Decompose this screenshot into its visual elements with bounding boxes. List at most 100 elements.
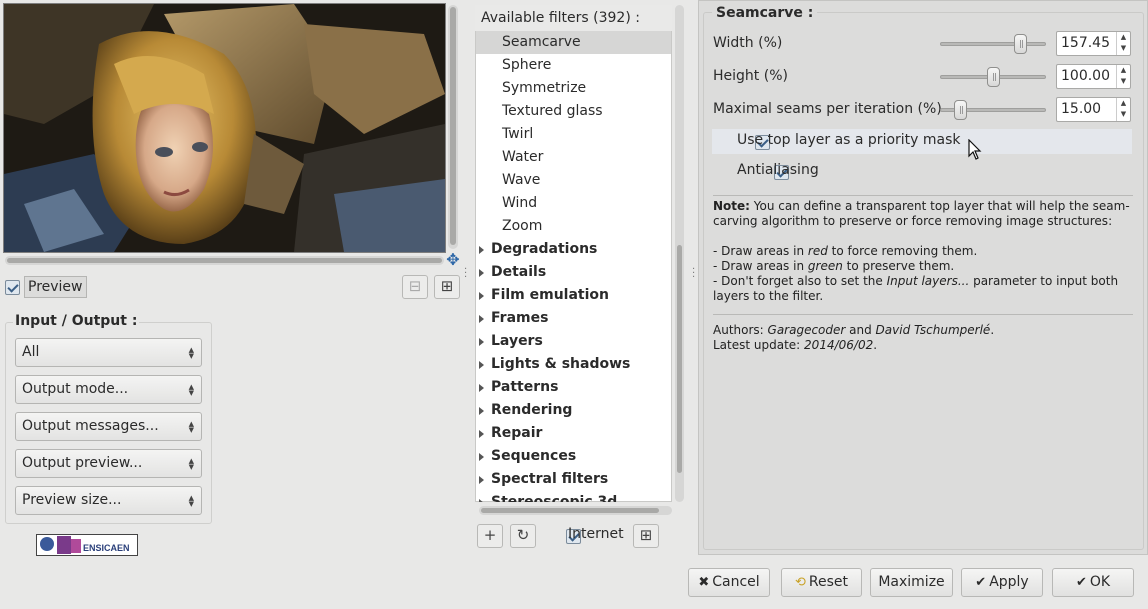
category-label: Patterns (491, 379, 559, 395)
cancel-icon: ✖ (698, 575, 710, 590)
splitter-handle-icon[interactable]: · · · (692, 265, 695, 283)
seams-spinbox[interactable]: 15.00 ▲ ▼ (1056, 97, 1131, 122)
preview-size-combo[interactable]: Preview size... ▲ ▼ (15, 486, 202, 515)
combo-arrows-icon: ▲ ▼ (188, 494, 194, 508)
category-sequences[interactable]: Sequences (476, 445, 671, 468)
preview-vertical-scrollbar[interactable] (448, 5, 458, 249)
filter-item-wave[interactable]: Wave (476, 169, 671, 192)
ensicaen-logo[interactable]: ENSICAEN (36, 534, 138, 556)
zoom-out-button[interactable]: ⊟ (402, 275, 428, 299)
combo-arrows-icon: ▲ ▼ (188, 383, 194, 397)
preview-label[interactable]: Preview (24, 276, 87, 298)
seams-slider-thumb[interactable] (953, 100, 967, 120)
preview-checkbox[interactable] (5, 279, 20, 295)
expand-arrow-icon[interactable] (479, 430, 484, 438)
height-label: Height (%) (713, 68, 788, 84)
filter-tree-horizontal-scrollbar[interactable] (479, 506, 672, 515)
apply-label: Apply (989, 574, 1029, 590)
expand-arrow-icon[interactable] (479, 407, 484, 415)
category-layers[interactable]: Layers (476, 330, 671, 353)
filter-item-sphere[interactable]: Sphere (476, 54, 671, 77)
expand-arrow-icon[interactable] (479, 476, 484, 484)
expand-arrow-icon[interactable] (479, 338, 484, 346)
output-preview-value: Output preview... (22, 455, 143, 471)
spin-arrows-icon[interactable]: ▲ ▼ (1116, 65, 1130, 88)
expand-arrow-icon[interactable] (479, 384, 484, 392)
filter-item-wind[interactable]: Wind (476, 192, 671, 215)
category-rendering[interactable]: Rendering (476, 399, 671, 422)
category-degradations[interactable]: Degradations (476, 238, 671, 261)
ok-button[interactable]: ✔ OK (1052, 568, 1134, 597)
cancel-label: Cancel (712, 574, 760, 590)
height-spinbox[interactable]: 100.00 ▲ ▼ (1056, 64, 1131, 89)
filter-item-symmetrize[interactable]: Symmetrize (476, 77, 671, 100)
category-spectral-filters[interactable]: Spectral filters (476, 468, 671, 491)
category-stereoscopic-3d[interactable]: Stereoscopic 3d (476, 491, 671, 502)
zoom-in-button[interactable]: ⊞ (434, 275, 460, 299)
height-value: 100.00 (1061, 68, 1110, 84)
check-icon: ✔ (1075, 575, 1087, 590)
mouse-cursor-icon (968, 139, 982, 160)
preview-image[interactable] (3, 3, 446, 253)
filter-item-twirl[interactable]: Twirl (476, 123, 671, 146)
expand-arrow-icon[interactable] (479, 246, 484, 254)
antialiasing-label[interactable]: Antialiasing (737, 162, 819, 178)
expand-arrow-icon[interactable] (479, 315, 484, 323)
output-mode-combo[interactable]: Output mode... ▲ ▼ (15, 375, 202, 404)
filter-item-textured-glass[interactable]: Textured glass (476, 100, 671, 123)
output-preview-combo[interactable]: Output preview... ▲ ▼ (15, 449, 202, 478)
category-film-emulation[interactable]: Film emulation (476, 284, 671, 307)
refresh-button[interactable]: ↻ (510, 524, 536, 548)
category-patterns[interactable]: Patterns (476, 376, 671, 399)
priority-mask-label[interactable]: Use top layer as a priority mask (737, 132, 961, 148)
output-messages-combo[interactable]: Output messages... ▲ ▼ (15, 412, 202, 441)
preview-horizontal-scrollbar[interactable] (5, 256, 444, 265)
filter-item-zoom[interactable]: Zoom (476, 215, 671, 238)
apply-button[interactable]: ✔ Apply (961, 568, 1043, 597)
combo-arrows-icon: ▲ ▼ (188, 346, 194, 360)
reset-icon: ⟲ (794, 575, 806, 590)
category-frames[interactable]: Frames (476, 307, 671, 330)
filter-title: Seamcarve : (712, 5, 818, 21)
spin-arrows-icon[interactable]: ▲ ▼ (1116, 98, 1130, 121)
seams-label: Maximal seams per iteration (%) (713, 101, 942, 117)
expand-arrow-icon[interactable] (479, 269, 484, 277)
category-lights-shadows[interactable]: Lights & shadows (476, 353, 671, 376)
category-repair[interactable]: Repair (476, 422, 671, 445)
input-layers-combo[interactable]: All ▲ ▼ (15, 338, 202, 367)
note-bullet: - Draw areas in red to force removing th… (713, 244, 978, 258)
category-label: Details (491, 264, 547, 280)
expand-arrow-icon[interactable] (479, 361, 484, 369)
move-icon[interactable]: ✥ (445, 252, 461, 268)
authors-line: Authors: Garagecoder and David Tschumper… (713, 323, 995, 337)
plus-icon: ⊞ (440, 277, 454, 295)
filter-item-seamcarve[interactable]: Seamcarve (476, 31, 671, 54)
logo-text: ENSICAEN (83, 543, 130, 553)
category-details[interactable]: Details (476, 261, 671, 284)
expand-arrow-icon[interactable] (479, 292, 484, 300)
expand-all-button[interactable]: ⊞ (633, 524, 659, 548)
width-slider-track[interactable] (940, 42, 1046, 46)
cancel-button[interactable]: ✖ Cancel (688, 568, 770, 597)
category-label: Layers (491, 333, 543, 349)
expand-arrow-icon[interactable] (479, 499, 484, 502)
reset-button[interactable]: ⟲ Reset (781, 568, 862, 597)
spin-arrows-icon[interactable]: ▲ ▼ (1116, 32, 1130, 55)
width-label: Width (%) (713, 35, 783, 51)
category-label: Rendering (491, 402, 573, 418)
category-label: Frames (491, 310, 549, 326)
filter-tree-header: Available filters (392) : (475, 5, 672, 31)
expand-arrow-icon[interactable] (479, 453, 484, 461)
preview-size-value: Preview size... (22, 492, 122, 508)
height-slider-thumb[interactable] (986, 67, 1000, 87)
splitter-handle-icon[interactable]: · · · (464, 265, 467, 283)
maximize-button[interactable]: Maximize (870, 568, 953, 597)
filter-tree-vertical-scrollbar[interactable] (675, 5, 684, 502)
add-fave-button[interactable]: + (477, 524, 503, 548)
internet-label[interactable]: Internet (568, 526, 624, 542)
filter-item-water[interactable]: Water (476, 146, 671, 169)
width-slider-thumb[interactable] (1014, 34, 1028, 54)
width-spinbox[interactable]: 157.45 ▲ ▼ (1056, 31, 1131, 56)
seams-value: 15.00 (1061, 101, 1102, 117)
note-bullet: - Don't forget also to set the Input lay… (713, 274, 1119, 303)
